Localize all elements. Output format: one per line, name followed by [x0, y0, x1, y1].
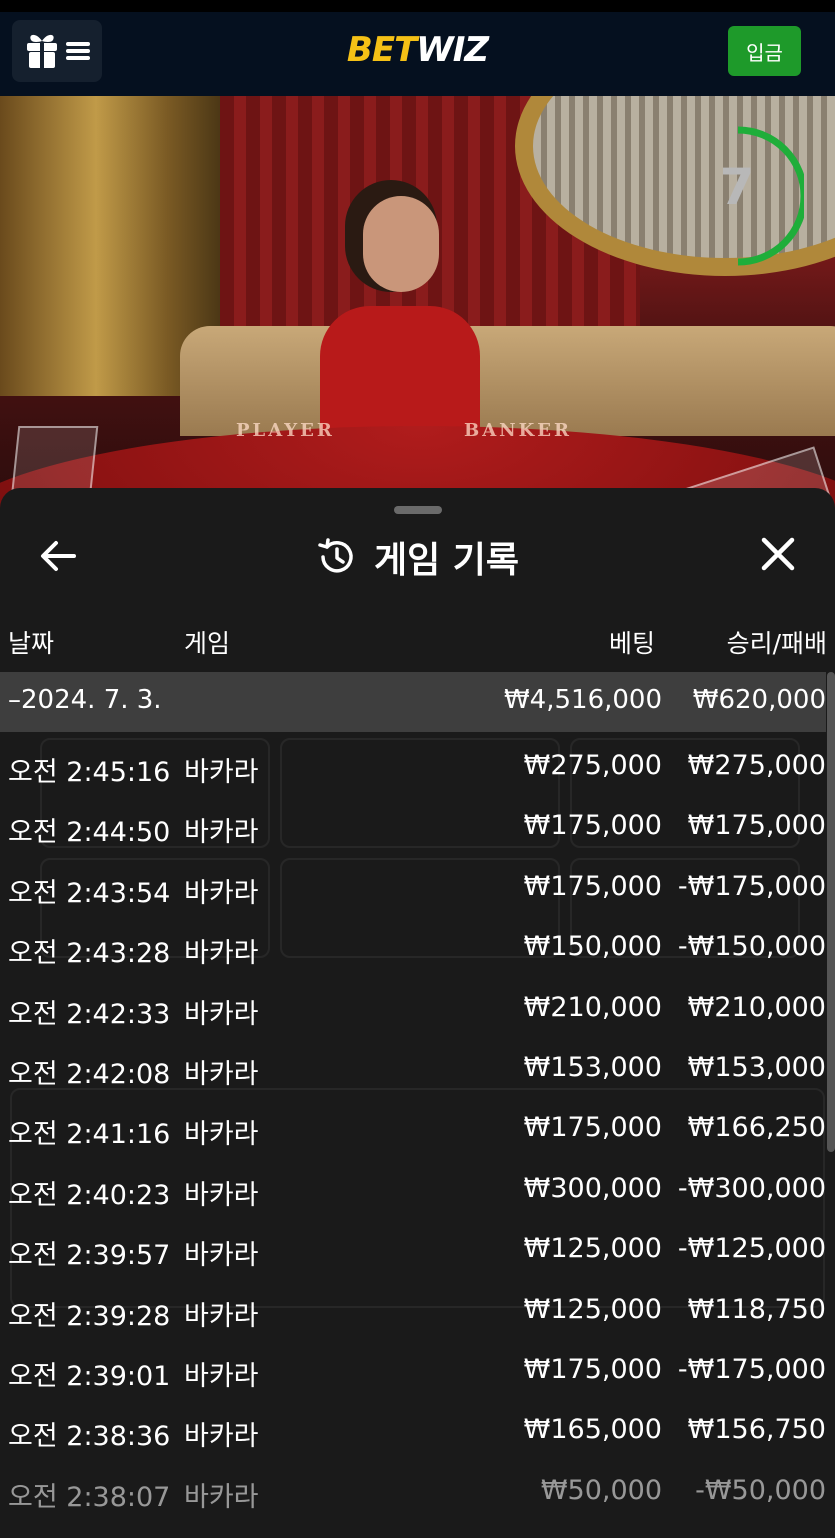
- date-group-bet-total: ₩4,516,000: [503, 685, 662, 715]
- history-bet: ₩150,000: [523, 931, 662, 963]
- history-bet: ₩125,000: [523, 1233, 662, 1265]
- history-game: 바카라: [184, 998, 259, 1030]
- history-result: -₩300,000: [677, 1172, 826, 1204]
- history-row[interactable]: 오전 2:45:16 바카라 ₩275,000 ₩275,000: [0, 736, 826, 796]
- deposit-button[interactable]: 입금: [728, 26, 801, 76]
- table-label-banker: BANKER: [464, 420, 572, 441]
- date-group-row[interactable]: –2024. 7. 3. ₩4,516,000 ₩620,000: [0, 672, 826, 732]
- history-bet: ₩50,000: [540, 1474, 662, 1506]
- status-bar: [0, 0, 835, 12]
- history-result: ₩210,000: [687, 991, 826, 1023]
- history-time: 오전 2:41:16: [8, 1119, 171, 1151]
- history-game: 바카라: [184, 757, 259, 788]
- history-bet: ₩175,000: [523, 1112, 662, 1144]
- history-time: 오전 2:38:07: [8, 1481, 171, 1513]
- close-icon[interactable]: [758, 534, 798, 574]
- history-time: 오전 2:39:01: [8, 1360, 171, 1392]
- history-row[interactable]: 오전 2:39:28 바카라 ₩125,000 ₩118,750: [0, 1280, 826, 1340]
- column-header-game[interactable]: 게임: [184, 624, 230, 660]
- history-bet: ₩125,000: [523, 1293, 662, 1325]
- history-result: -₩150,000: [677, 931, 826, 963]
- history-result: -₩175,000: [677, 1353, 826, 1385]
- history-row[interactable]: 오전 2:43:28 바카라 ₩150,000 -₩150,000: [0, 917, 826, 977]
- history-time: 오전 2:42:08: [8, 1058, 171, 1090]
- scrollbar[interactable]: [827, 672, 835, 1152]
- history-game: 바카라: [184, 1240, 259, 1272]
- history-time: 오전 2:43:28: [8, 938, 171, 970]
- history-icon: [318, 538, 353, 573]
- history-result: -₩50,000: [695, 1474, 826, 1506]
- history-row[interactable]: 오전 2:39:57 바카라 ₩125,000 -₩125,000: [0, 1219, 826, 1279]
- history-row[interactable]: 오전 2:42:33 바카라 ₩210,000 ₩210,000: [0, 978, 826, 1038]
- history-result: ₩275,000: [687, 750, 826, 781]
- table-label-player: PLAYER: [236, 420, 335, 441]
- history-row[interactable]: 오전 2:44:50 바카라 ₩175,000 ₩175,000: [0, 796, 826, 856]
- history-time: 오전 2:44:50: [8, 817, 171, 849]
- live-dealer-video: PLAYER BANKER 7: [0, 96, 835, 516]
- history-game: 바카라: [184, 1421, 259, 1453]
- history-row[interactable]: 오전 2:41:16 바카라 ₩175,000 ₩166,250: [0, 1098, 826, 1158]
- history-bet: ₩275,000: [523, 750, 662, 781]
- history-result: ₩118,750: [687, 1293, 826, 1325]
- history-row[interactable]: 오전 2:39:01 바카라 ₩175,000 -₩175,000: [0, 1340, 826, 1400]
- history-time: 오전 2:38:36: [8, 1421, 171, 1453]
- table-header: 날짜 게임 베팅 승리/패배: [0, 618, 835, 664]
- column-header-bet[interactable]: 베팅: [609, 624, 655, 660]
- drag-handle[interactable]: [394, 506, 442, 514]
- logo-part-bet: BET: [346, 30, 417, 70]
- game-history-panel: 게임 기록 날짜 게임 베팅 승리/패배 –2024. 7. 3. ₩4,516…: [0, 488, 835, 1538]
- history-game: 바카라: [184, 1119, 259, 1151]
- history-bet: ₩153,000: [523, 1051, 662, 1083]
- history-bet: ₩300,000: [523, 1172, 662, 1204]
- history-game: 바카라: [184, 1179, 259, 1211]
- history-list: 오전 2:45:16 바카라 ₩275,000 ₩275,000 오전 2:44:50 바…: [0, 736, 826, 1521]
- date-group-label: –2024. 7. 3.: [8, 685, 162, 715]
- history-result: -₩175,000: [677, 870, 826, 902]
- history-time: 오전 2:40:23: [8, 1179, 171, 1211]
- history-result: -₩125,000: [677, 1233, 826, 1265]
- history-bet: ₩210,000: [523, 991, 662, 1023]
- countdown-timer-value: 7: [719, 158, 755, 216]
- history-game: 바카라: [184, 1360, 259, 1392]
- column-header-result[interactable]: 승리/패배: [727, 624, 827, 660]
- history-game: 바카라: [184, 1300, 259, 1332]
- history-bet: ₩175,000: [523, 1353, 662, 1385]
- dealer-head: [363, 196, 439, 292]
- history-game: 바카라: [184, 877, 259, 909]
- history-time: 오전 2:39:28: [8, 1300, 171, 1332]
- panel-title: 게임 기록: [373, 540, 519, 581]
- top-bar: BETWIZ 입금: [0, 12, 835, 96]
- history-time: 오전 2:45:16: [8, 757, 171, 788]
- date-group-result-total: ₩620,000: [692, 685, 826, 715]
- history-row[interactable]: 오전 2:42:08 바카라 ₩153,000 ₩153,000: [0, 1038, 826, 1098]
- history-game: 바카라: [184, 1481, 259, 1513]
- history-result: ₩156,750: [687, 1414, 826, 1446]
- history-game: 바카라: [184, 938, 259, 970]
- history-result: ₩175,000: [687, 810, 826, 842]
- history-time: 오전 2:39:57: [8, 1240, 171, 1272]
- history-result: ₩166,250: [687, 1112, 826, 1144]
- betwiz-logo[interactable]: BETWIZ: [0, 30, 835, 70]
- history-row[interactable]: 오전 2:38:36 바카라 ₩165,000 ₩156,750: [0, 1400, 826, 1460]
- history-game: 바카라: [184, 1058, 259, 1090]
- history-time: 오전 2:43:54: [8, 877, 171, 909]
- history-time: 오전 2:42:33: [8, 998, 171, 1030]
- history-game: 바카라: [184, 817, 259, 849]
- history-bet: ₩175,000: [523, 810, 662, 842]
- history-row[interactable]: 오전 2:38:07 바카라 ₩50,000 -₩50,000: [0, 1461, 826, 1521]
- column-header-date[interactable]: 날짜: [8, 624, 54, 660]
- history-bet: ₩175,000: [523, 870, 662, 902]
- logo-part-wiz: WIZ: [416, 30, 489, 70]
- history-row[interactable]: 오전 2:40:23 바카라 ₩300,000 -₩300,000: [0, 1159, 826, 1219]
- history-result: ₩153,000: [687, 1051, 826, 1083]
- history-row[interactable]: 오전 2:43:54 바카라 ₩175,000 -₩175,000: [0, 857, 826, 917]
- panel-header: 게임 기록: [0, 532, 835, 582]
- history-bet: ₩165,000: [523, 1414, 662, 1446]
